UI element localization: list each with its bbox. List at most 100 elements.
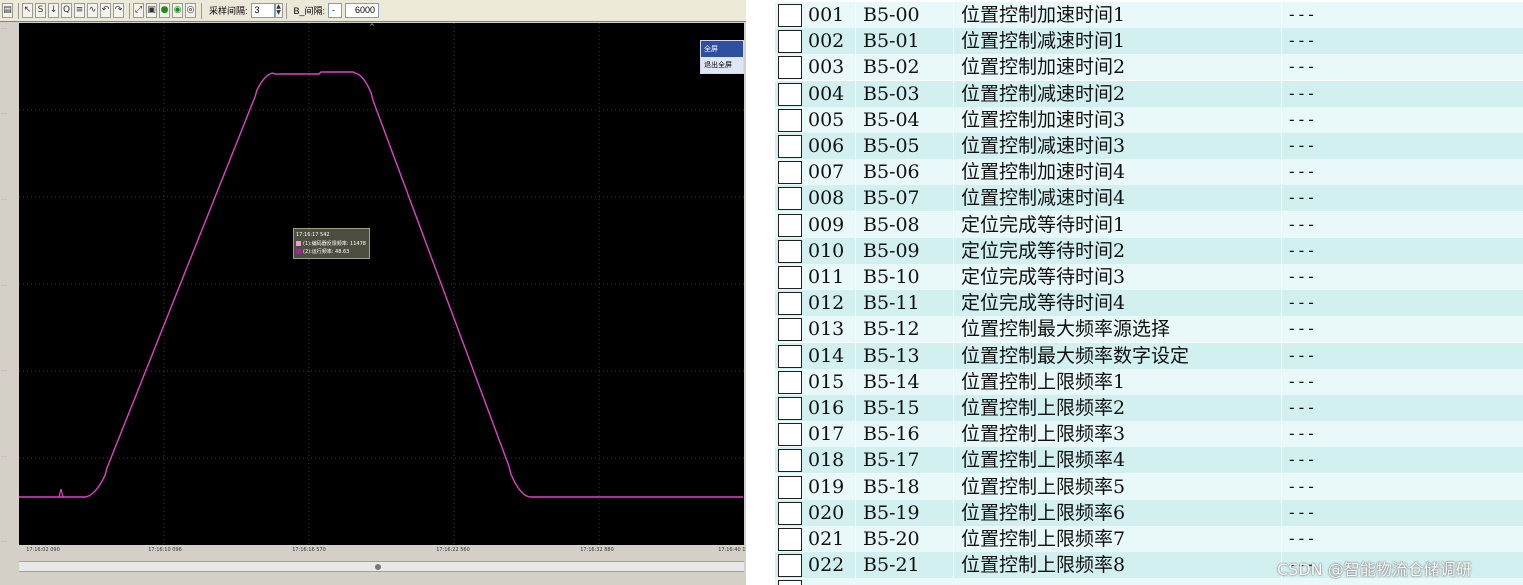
row-checkbox[interactable] bbox=[778, 475, 802, 499]
stop-icon[interactable]: ◎ bbox=[185, 3, 196, 18]
zoom-icon[interactable]: Q bbox=[61, 3, 72, 18]
param-number: 002 bbox=[808, 30, 845, 53]
table-row[interactable]: 021 B5-20 位置控制上限频率7 --- bbox=[775, 526, 1523, 552]
row-checkbox[interactable] bbox=[778, 161, 802, 185]
cursor-icon[interactable]: ↖ bbox=[22, 3, 33, 18]
table-row[interactable]: 002 B5-01 位置控制减速时间1 --- bbox=[775, 28, 1523, 55]
status-strip bbox=[0, 572, 746, 585]
chart-icon[interactable]: ▣ bbox=[146, 3, 157, 18]
x-tick-label: 17:16:16 570 bbox=[292, 547, 326, 553]
sample-interval-field[interactable]: 3 bbox=[250, 3, 275, 18]
column-divider bbox=[1281, 211, 1282, 238]
row-checkbox[interactable] bbox=[778, 213, 802, 237]
row-checkbox[interactable] bbox=[778, 82, 802, 106]
y-tick-label: ····· bbox=[1, 26, 8, 31]
tooltip-time: 17:16:17 542 bbox=[296, 232, 330, 238]
table-row[interactable]: 001 B5-00 位置控制加速时间1 --- bbox=[775, 2, 1523, 28]
row-checkbox[interactable] bbox=[778, 554, 802, 578]
row-checkbox[interactable] bbox=[778, 370, 802, 394]
scrollbar-thumb[interactable] bbox=[375, 564, 381, 570]
table-row[interactable]: 012 B5-11 定位完成等待时间4 --- bbox=[775, 290, 1523, 317]
param-code: B5-18 bbox=[863, 475, 920, 498]
row-checkbox[interactable] bbox=[778, 108, 802, 132]
play-icon[interactable]: ● bbox=[159, 3, 170, 18]
y-tick-label: ····· bbox=[1, 539, 8, 544]
column-divider bbox=[855, 447, 856, 474]
param-name: 位置控制减速时间1 bbox=[961, 30, 1126, 53]
param-code: B5-08 bbox=[863, 213, 920, 236]
row-checkbox[interactable] bbox=[778, 449, 802, 473]
trace-spike bbox=[58, 488, 64, 498]
column-divider bbox=[953, 447, 954, 474]
table-row[interactable]: 018 B5-17 位置控制上限频率4 --- bbox=[775, 447, 1523, 474]
column-divider bbox=[855, 316, 856, 343]
table-row[interactable]: 006 B5-05 位置控制减速时间3 --- bbox=[775, 133, 1523, 159]
param-number: 015 bbox=[808, 370, 845, 393]
horizontal-scrollbar[interactable] bbox=[19, 561, 744, 572]
row-checkbox[interactable] bbox=[778, 56, 802, 80]
b-axis-select[interactable]: - bbox=[328, 3, 343, 18]
table-row[interactable]: 019 B5-18 位置控制上限频率5 --- bbox=[775, 473, 1523, 500]
row-checkbox[interactable] bbox=[778, 580, 802, 585]
b-axis-field[interactable]: 6000 bbox=[345, 3, 380, 18]
save-icon[interactable]: ▤ bbox=[2, 3, 13, 18]
row-checkbox[interactable] bbox=[778, 266, 802, 289]
column-divider bbox=[1281, 290, 1282, 317]
param-name: 位置控制加速时间3 bbox=[961, 108, 1126, 131]
param-name: 位置控制加速时间4 bbox=[961, 161, 1126, 184]
table-row[interactable]: 020 B5-19 位置控制上限频率6 --- bbox=[775, 499, 1523, 526]
row-checkbox[interactable] bbox=[778, 239, 802, 263]
row-checkbox[interactable] bbox=[778, 4, 802, 27]
table-row[interactable]: 016 B5-15 位置控制上限频率2 --- bbox=[775, 395, 1523, 421]
column-divider bbox=[953, 211, 954, 238]
row-checkbox[interactable] bbox=[778, 528, 802, 551]
table-row[interactable]: 017 B5-16 位置控制上限频率3 --- bbox=[775, 421, 1523, 448]
row-checkbox[interactable] bbox=[778, 135, 802, 158]
table-row[interactable]: 004 B5-03 位置控制减速时间2 --- bbox=[775, 80, 1523, 107]
column-divider bbox=[953, 552, 954, 579]
record-icon[interactable]: ◉ bbox=[172, 3, 183, 18]
row-checkbox[interactable] bbox=[778, 187, 802, 211]
tooltip-row-run-freq: (2):运行频率: 48.63 bbox=[296, 247, 367, 255]
row-checkbox[interactable] bbox=[778, 318, 802, 342]
table-row[interactable]: 013 B5-12 位置控制最大频率源选择 --- bbox=[775, 316, 1523, 343]
toolbar-separator bbox=[201, 2, 202, 19]
param-name: 位置控制上限频率8 bbox=[961, 554, 1126, 577]
table-row[interactable]: 011 B5-10 定位完成等待时间3 --- bbox=[775, 264, 1523, 290]
table-row[interactable]: 010 B5-09 定位完成等待时间2 --- bbox=[775, 237, 1523, 264]
row-checkbox[interactable] bbox=[778, 501, 802, 525]
list-icon[interactable]: ≡ bbox=[74, 3, 85, 18]
y-axis: ····· ····· ····· ····· ····· ····· ····… bbox=[0, 23, 19, 545]
param-code: B5-14 bbox=[863, 370, 920, 393]
wave-icon[interactable]: ∿ bbox=[87, 3, 98, 18]
undo-icon[interactable]: ↶ bbox=[100, 3, 111, 18]
row-checkbox[interactable] bbox=[778, 292, 802, 316]
arrow-down-icon[interactable]: ↓ bbox=[48, 3, 59, 18]
column-divider bbox=[1281, 368, 1282, 395]
table-row[interactable]: 014 B5-13 位置控制最大频率数字设定 --- bbox=[775, 342, 1523, 369]
row-checkbox[interactable] bbox=[778, 397, 802, 420]
row-checkbox[interactable] bbox=[778, 344, 802, 368]
column-divider bbox=[855, 211, 856, 238]
row-checkbox[interactable] bbox=[778, 423, 802, 447]
column-divider bbox=[855, 80, 856, 107]
x-tick-label: 17:16:32 880 bbox=[580, 547, 614, 553]
sample-interval-spinner[interactable]: ▲ ▼ bbox=[274, 3, 283, 18]
table-row[interactable]: 009 B5-08 定位完成等待时间1 --- bbox=[775, 211, 1523, 238]
redo-icon[interactable]: ↷ bbox=[113, 3, 124, 18]
param-value: --- bbox=[1287, 162, 1316, 182]
plot-area[interactable]: ^ bbox=[19, 23, 744, 545]
exit-fullscreen-button[interactable]: 退出全屏 bbox=[701, 57, 743, 73]
row-checkbox[interactable] bbox=[778, 30, 802, 54]
table-row[interactable]: 003 B5-02 位置控制加速时间2 --- bbox=[775, 54, 1523, 81]
fit-icon[interactable]: ⤢ bbox=[133, 3, 144, 18]
toolbar-separator bbox=[285, 2, 287, 19]
column-divider bbox=[855, 2, 856, 28]
text-icon[interactable]: S bbox=[35, 3, 46, 18]
table-row[interactable]: 007 B5-06 位置控制加速时间4 --- bbox=[775, 159, 1523, 186]
param-value: --- bbox=[1287, 136, 1316, 155]
table-row[interactable]: 008 B5-07 位置控制减速时间4 --- bbox=[775, 185, 1523, 212]
table-row[interactable]: 005 B5-04 位置控制加速时间3 --- bbox=[775, 106, 1523, 133]
table-row[interactable]: 015 B5-14 位置控制上限频率1 --- bbox=[775, 368, 1523, 395]
param-value: --- bbox=[1287, 5, 1316, 24]
